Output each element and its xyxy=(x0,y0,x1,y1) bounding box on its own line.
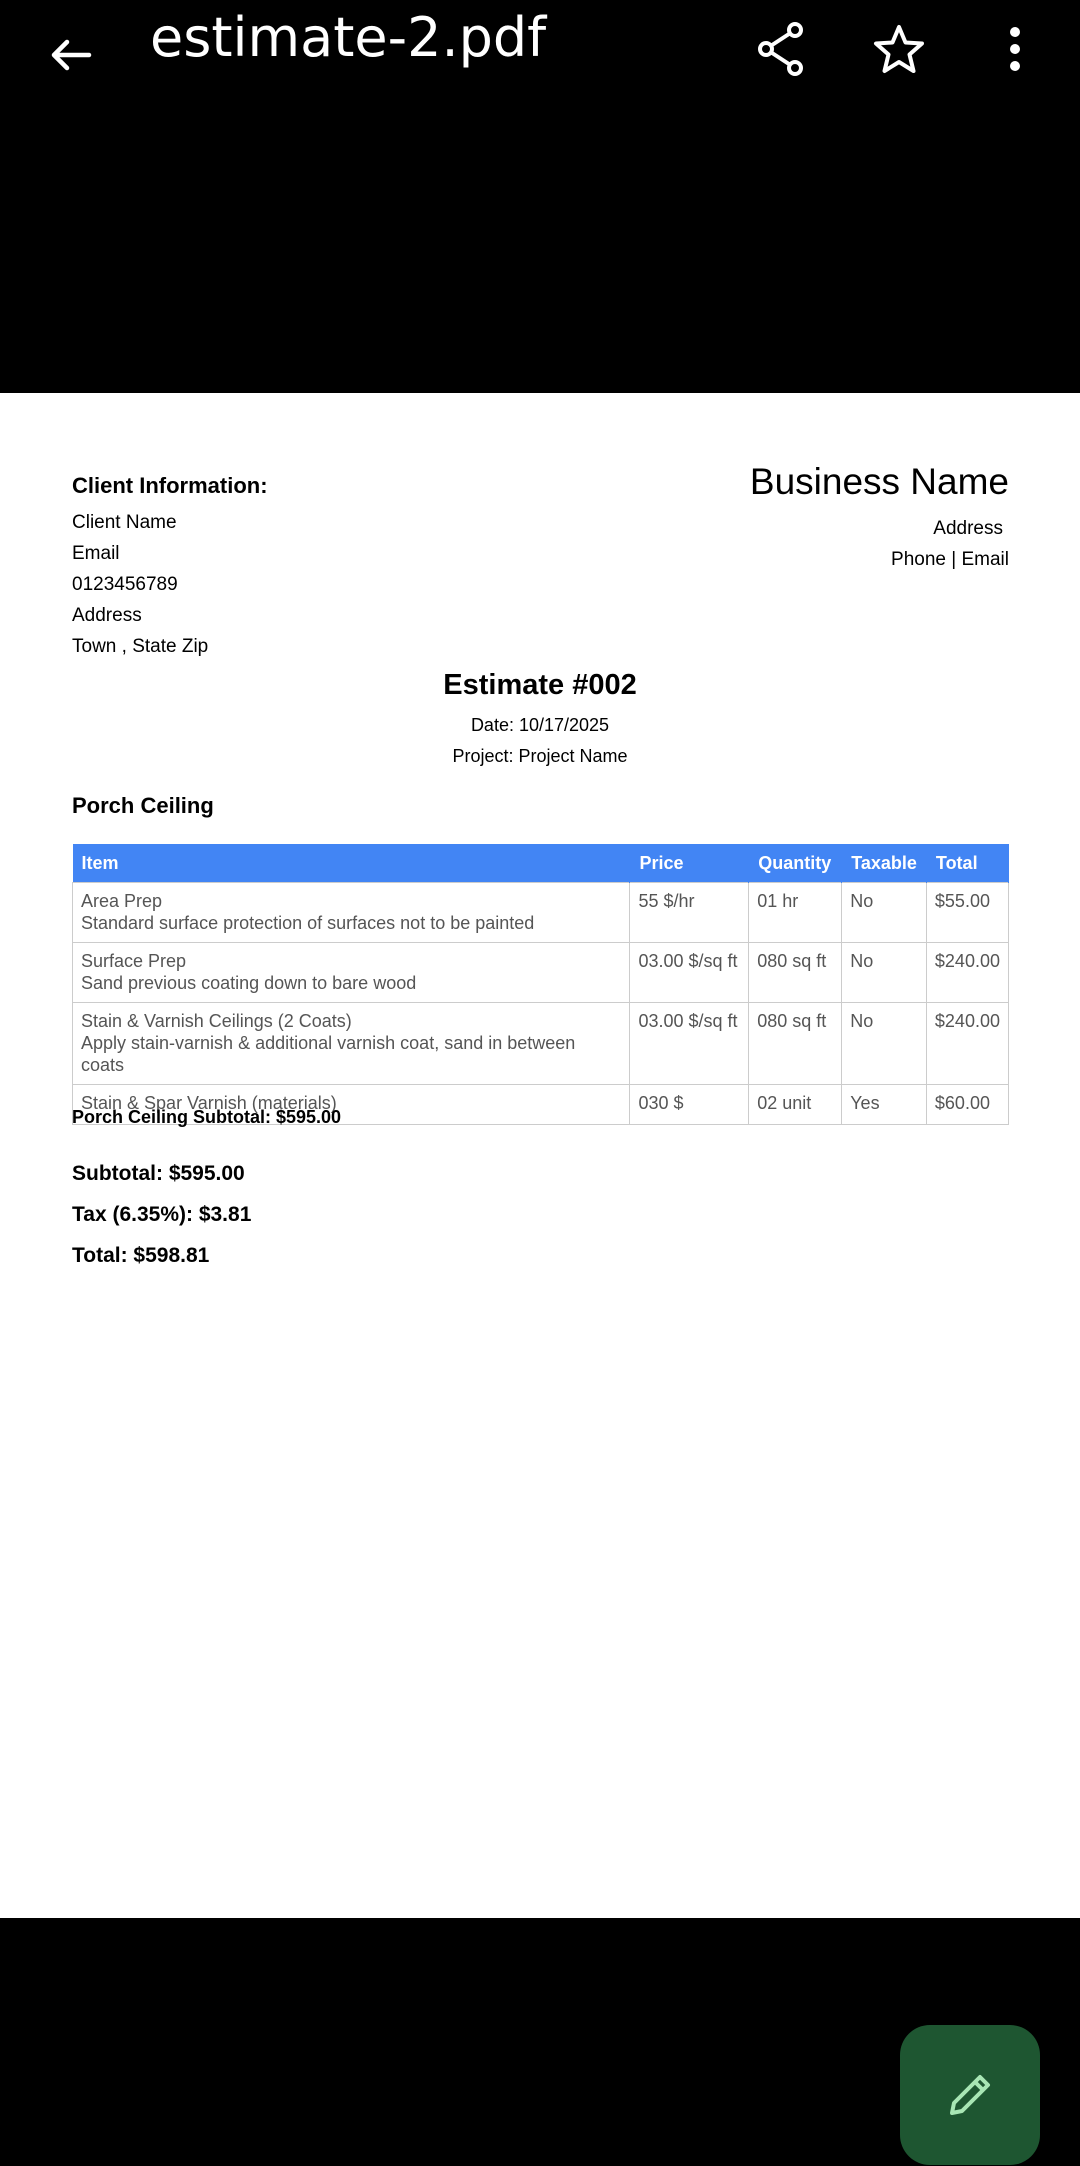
edit-pencil-icon xyxy=(950,2075,990,2115)
item-name: Area Prep xyxy=(81,891,163,911)
total-cell: $55.00 xyxy=(925,882,1010,943)
taxable-cell: No xyxy=(841,1002,927,1085)
more-vert-icon xyxy=(1010,27,1020,71)
item-description: Apply stain-varnish & additional varnish… xyxy=(81,1033,576,1075)
subtotal-line: Subtotal: $595.00 xyxy=(72,1162,245,1185)
estimate-header: Estimate #002 Date: 10/17/2025 Project: … xyxy=(0,669,1080,772)
total-line: Total: $598.81 xyxy=(72,1244,210,1267)
estimate-date: Date: 10/17/2025 xyxy=(470,715,610,735)
tax-line: Tax (6.35%): $3.81 xyxy=(72,1203,252,1226)
taxable-cell: No xyxy=(841,882,927,943)
client-town: Town , State Zip xyxy=(72,636,209,657)
price-cell: 55 $/hr xyxy=(629,882,750,943)
taxable-cell: No xyxy=(841,942,927,1003)
item-description: Standard surface protection of surfaces … xyxy=(81,913,535,933)
back-button[interactable] xyxy=(36,20,106,90)
total-cell: $240.00 xyxy=(925,942,1010,1003)
client-name: Client Name xyxy=(72,512,177,533)
favorite-button[interactable] xyxy=(864,14,934,84)
table-row: Area Prep Standard surface protection of… xyxy=(71,882,1010,943)
line-items-table: Item Price Quantity Taxable Total Area P… xyxy=(71,844,1010,1125)
client-info: Client Information: Client Name Email 01… xyxy=(72,473,268,662)
business-info: Business Name Address Phone | Email xyxy=(750,461,1009,575)
business-address: Address xyxy=(933,518,1003,539)
total-cell: $240.00 xyxy=(925,1002,1010,1085)
table-row: Surface Prep Sand previous coating down … xyxy=(71,942,1010,1003)
header-quantity: Quantity xyxy=(748,844,843,883)
client-phone: 0123456789 xyxy=(72,574,178,595)
taxable-cell: Yes xyxy=(841,1084,927,1125)
quantity-cell: 080 sq ft xyxy=(748,1002,843,1085)
price-cell: 030 $ xyxy=(629,1084,750,1125)
star-outline-icon xyxy=(874,25,924,73)
item-cell: Surface Prep Sand previous coating down … xyxy=(71,942,631,1003)
client-address: Address xyxy=(72,605,142,626)
header-total: Total xyxy=(926,844,1010,883)
table-header-row: Item Price Quantity Taxable Total xyxy=(72,844,1010,883)
estimate-title: Estimate #002 xyxy=(443,669,637,701)
document-title: estimate-2.pdf xyxy=(150,6,547,69)
client-email: Email xyxy=(72,543,120,564)
header-item: Item xyxy=(72,844,631,883)
quantity-cell: 01 hr xyxy=(748,882,843,943)
price-cell: 03.00 $/sq ft xyxy=(629,1002,750,1085)
pdf-page: Client Information: Client Name Email 01… xyxy=(0,393,1080,1918)
estimate-project: Project: Project Name xyxy=(452,746,628,766)
item-cell: Area Prep Standard surface protection of… xyxy=(71,882,631,943)
quantity-cell: 080 sq ft xyxy=(748,942,843,1003)
top-app-bar: estimate-2.pdf xyxy=(0,0,1080,110)
item-name: Surface Prep xyxy=(81,951,187,971)
item-cell: Stain & Varnish Ceilings (2 Coats) Apply… xyxy=(71,1002,631,1085)
item-name: Stain & Varnish Ceilings (2 Coats) xyxy=(81,1011,352,1031)
table-row: Stain & Varnish Ceilings (2 Coats) Apply… xyxy=(71,1002,1010,1085)
arrow-back-icon xyxy=(51,39,92,71)
edit-fab-button[interactable] xyxy=(900,2025,1040,2165)
section-subtotal: Porch Ceiling Subtotal: $595.00 xyxy=(72,1107,342,1127)
totals-block: Subtotal: $595.00 Tax (6.35%): $3.81 Tot… xyxy=(72,1153,251,1276)
header-price: Price xyxy=(629,844,750,883)
business-contact: Phone | Email xyxy=(891,549,1009,570)
price-cell: 03.00 $/sq ft xyxy=(629,942,750,1003)
share-icon xyxy=(758,22,803,76)
more-options-button[interactable] xyxy=(980,14,1050,84)
header-taxable: Taxable xyxy=(841,844,927,883)
share-button[interactable] xyxy=(746,14,816,84)
section-title: Porch Ceiling xyxy=(72,793,214,818)
business-name: Business Name xyxy=(749,461,1009,502)
item-description: Sand previous coating down to bare wood xyxy=(81,973,417,993)
quantity-cell: 02 unit xyxy=(748,1084,843,1125)
total-cell: $60.00 xyxy=(925,1084,1010,1125)
client-heading: Client Information: xyxy=(72,473,268,498)
